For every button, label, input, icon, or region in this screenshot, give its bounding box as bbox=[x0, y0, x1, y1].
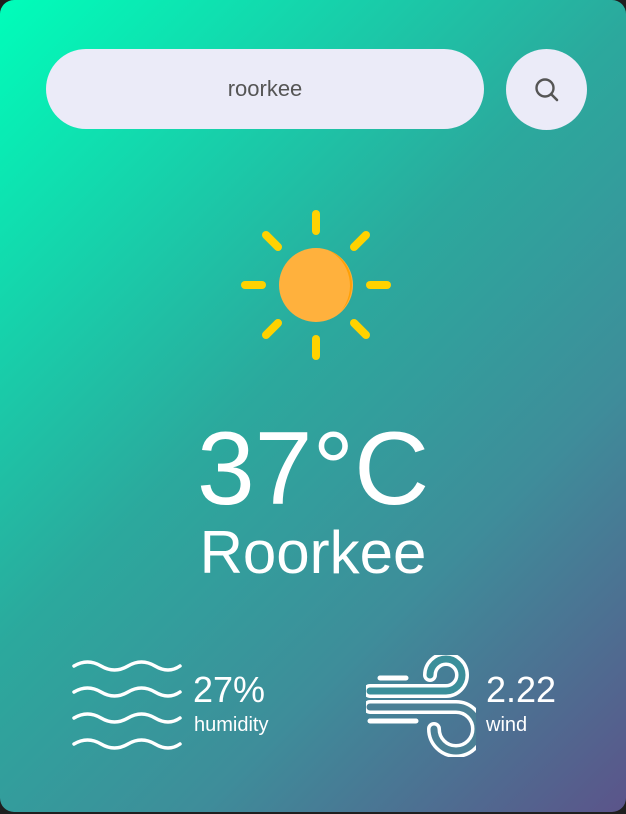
sun-icon bbox=[241, 210, 391, 360]
wind-value: 2.22 bbox=[486, 669, 557, 710]
humidity-label: humidity bbox=[194, 714, 269, 736]
humidity-waves-icon bbox=[72, 660, 182, 750]
search-button[interactable] bbox=[506, 49, 587, 130]
city-name: Roorkee bbox=[199, 519, 427, 586]
weather-card: 37°C Roorkee 27% humidity 2.22 wind bbox=[0, 0, 626, 812]
wind-label: wind bbox=[486, 714, 528, 736]
wind-icon bbox=[366, 655, 476, 757]
humidity-value: 27% bbox=[193, 669, 266, 710]
search-input[interactable] bbox=[46, 49, 484, 129]
temperature: 37°C bbox=[196, 411, 430, 527]
search-icon bbox=[534, 77, 558, 101]
